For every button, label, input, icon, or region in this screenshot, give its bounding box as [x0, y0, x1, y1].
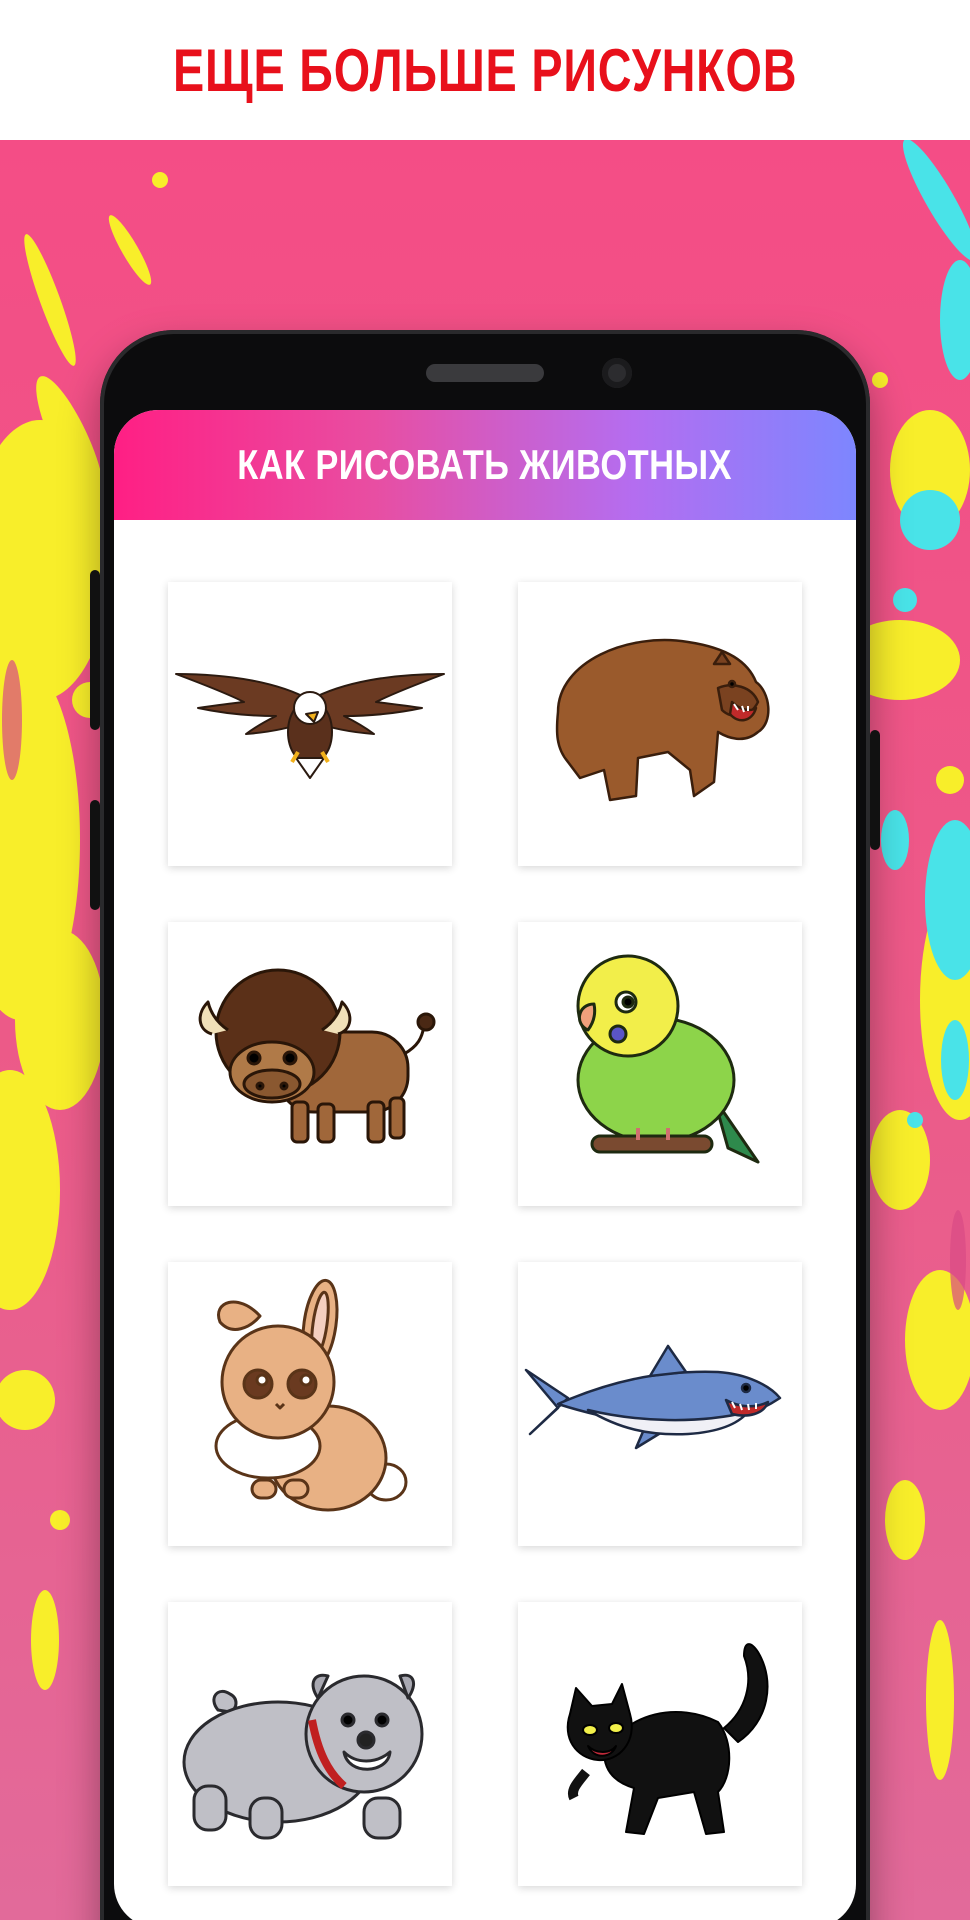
phone-frame: КАК РИСОВАТЬ ЖИВОТНЫХ	[90, 330, 880, 1920]
app-title: КАК РИСОВАТЬ ЖИВОТНЫХ	[237, 441, 733, 488]
animal-card-rabbit[interactable]	[168, 1262, 452, 1546]
eagle-icon	[175, 673, 445, 779]
front-camera-icon	[602, 358, 632, 388]
parrot-icon	[576, 954, 760, 1164]
rabbit-icon	[214, 1278, 408, 1512]
animal-card-bear[interactable]	[518, 582, 802, 866]
animal-card-parrot[interactable]	[518, 922, 802, 1206]
animal-grid	[168, 582, 802, 1886]
animal-card-shark[interactable]	[518, 1262, 802, 1546]
promo-header: ЕЩЕ БОЛЬШЕ РИСУНКОВ	[0, 0, 970, 140]
earpiece-speaker	[426, 364, 544, 382]
animal-card-bulldog[interactable]	[168, 1602, 452, 1886]
volume-button	[90, 570, 100, 730]
paint-splash-background: КАК РИСОВАТЬ ЖИВОТНЫХ	[0, 140, 970, 1920]
animal-card-bison[interactable]	[168, 922, 452, 1206]
promo-title: ЕЩЕ БОЛЬШЕ РИСУНКОВ	[172, 36, 798, 104]
app-bar: КАК РИСОВАТЬ ЖИВОТНЫХ	[114, 410, 856, 520]
store-screenshot: ЕЩЕ БОЛЬШЕ РИСУНКОВ КАК РИСОВАТЬ ЖИВОТНЫ…	[0, 0, 970, 1920]
power-button	[870, 730, 880, 850]
bison-icon	[198, 968, 436, 1144]
animal-card-cat[interactable]	[518, 1602, 802, 1886]
bear-icon	[555, 638, 770, 802]
cat-icon	[566, 1643, 769, 1835]
shark-icon	[524, 1344, 782, 1450]
animal-card-eagle[interactable]	[168, 582, 452, 866]
bulldog-icon	[182, 1673, 424, 1840]
app-screen: КАК РИСОВАТЬ ЖИВОТНЫХ	[114, 410, 856, 1920]
side-button	[90, 800, 100, 910]
